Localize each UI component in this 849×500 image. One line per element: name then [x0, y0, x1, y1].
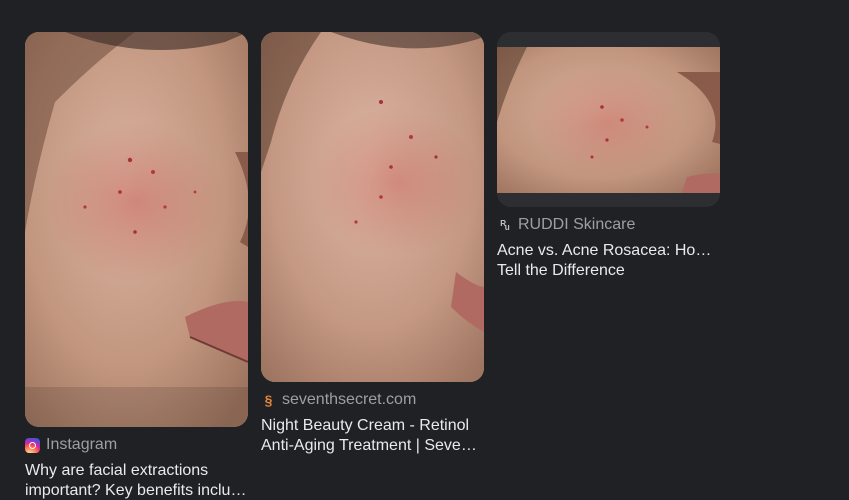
instagram-icon — [25, 437, 40, 453]
title-line: important? Key benefits includ... — [25, 482, 248, 499]
result-title[interactable]: Acne vs. Acne Rosacea: How to Tell the D… — [497, 241, 720, 281]
result-source[interactable]: ᴿᵤ RUDDI Skincare — [497, 215, 720, 235]
image-result-card[interactable]: Instagram Why are facial extractions imp… — [25, 32, 248, 500]
face-closeup-image — [261, 32, 484, 382]
image-result-card[interactable]: ᴿᵤ RUDDI Skincare Acne vs. Acne Rosacea:… — [497, 32, 720, 281]
title-line: Tell the Difference — [497, 262, 625, 279]
result-source[interactable]: Instagram — [25, 435, 248, 455]
seventhsecret-icon: § — [264, 392, 273, 408]
result-title[interactable]: Why are facial extractions important? Ke… — [25, 461, 248, 500]
title-line: Why are facial extractions — [25, 462, 209, 479]
face-closeup-image — [497, 32, 720, 207]
image-result-card[interactable]: § seventhsecret.com Night Beauty Cream -… — [261, 32, 484, 456]
ruddi-icon: ᴿᵤ — [500, 218, 510, 232]
title-line: Anti-Aging Treatment | Sevent... — [261, 437, 484, 454]
result-thumbnail[interactable] — [261, 32, 484, 382]
result-thumbnail[interactable] — [25, 32, 248, 427]
result-title[interactable]: Night Beauty Cream - Retinol Anti-Aging … — [261, 416, 484, 456]
image-results-grid: Instagram Why are facial extractions imp… — [0, 0, 849, 500]
source-name: RUDDI Skincare — [518, 216, 636, 233]
source-name: seventhsecret.com — [282, 391, 417, 408]
source-name: Instagram — [46, 436, 118, 453]
title-line: Acne vs. Acne Rosacea: How to — [497, 242, 720, 259]
face-closeup-image — [25, 32, 248, 427]
result-thumbnail[interactable] — [497, 32, 720, 207]
result-source[interactable]: § seventhsecret.com — [261, 390, 484, 410]
title-line: Night Beauty Cream - Retinol — [261, 417, 470, 434]
